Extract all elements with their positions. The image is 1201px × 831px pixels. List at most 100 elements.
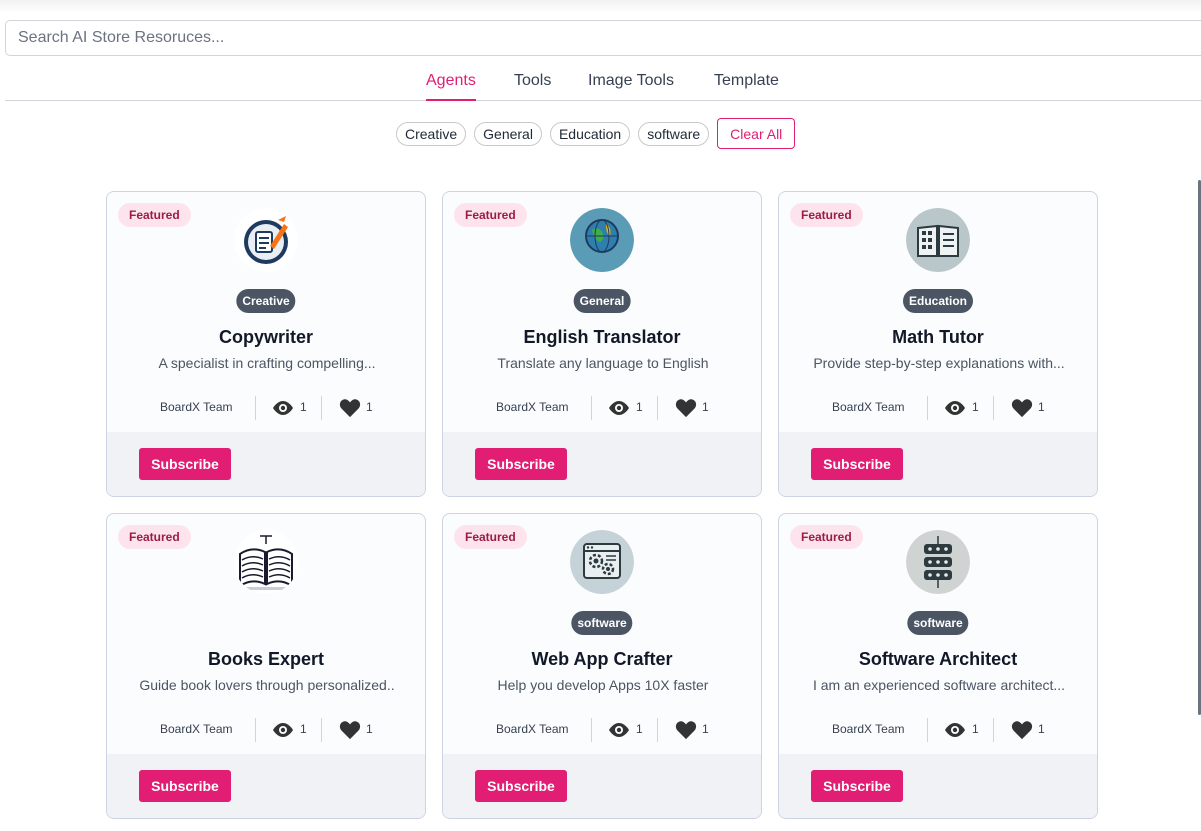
divider — [321, 718, 322, 742]
author-name: BoardX Team — [496, 400, 569, 414]
featured-badge: Featured — [790, 203, 863, 227]
like-count: 1 — [1038, 722, 1045, 736]
category-badge: General — [573, 289, 631, 313]
featured-badge: Featured — [118, 203, 191, 227]
divider — [321, 396, 322, 420]
filter-chip-creative[interactable]: Creative — [396, 121, 467, 146]
heart-icon[interactable] — [1011, 720, 1033, 740]
tab-tools[interactable]: Tools — [514, 72, 551, 101]
agent-card-software-architect[interactable]: Featured software Software Architect I a… — [778, 513, 1098, 819]
author-name: BoardX Team — [832, 400, 905, 414]
eye-icon — [273, 401, 293, 415]
view-count: 1 — [636, 400, 643, 414]
card-description: Help you develop Apps 10X faster — [497, 677, 709, 693]
heart-icon[interactable] — [675, 720, 697, 740]
category-badge: software — [571, 611, 633, 635]
heart-icon[interactable] — [1011, 398, 1033, 418]
search-input[interactable] — [5, 20, 1201, 56]
divider — [993, 396, 994, 420]
card-title: English Translator — [523, 327, 681, 347]
divider — [927, 718, 928, 742]
card-meta: BoardX Team 1 1 — [779, 396, 1097, 420]
math-book-icon — [906, 208, 970, 272]
agent-card-english-translator[interactable]: Featured General English Translator Tran… — [442, 191, 762, 497]
divider — [255, 396, 256, 420]
category-badge: software — [907, 611, 969, 635]
tab-template[interactable]: Template — [714, 72, 779, 101]
category-badge: Education — [902, 289, 974, 313]
card-title: Software Architect — [858, 649, 1018, 669]
card-title: Books Expert — [207, 649, 325, 669]
like-count: 1 — [702, 400, 709, 414]
globe-translator-icon — [570, 208, 634, 272]
filter-chip-education[interactable]: Education — [549, 121, 631, 146]
like-count: 1 — [366, 722, 373, 736]
agent-card-books-expert[interactable]: Featured Books Expert Guide book lovers … — [106, 513, 426, 819]
divider — [993, 718, 994, 742]
author-name: BoardX Team — [832, 722, 905, 736]
card-footer: Subscribe — [779, 432, 1097, 496]
card-meta: BoardX Team 1 1 — [443, 718, 761, 742]
divider — [591, 396, 592, 420]
tab-image-tools[interactable]: Image Tools — [588, 72, 674, 101]
view-count: 1 — [300, 400, 307, 414]
tab-agents[interactable]: Agents — [426, 72, 476, 101]
copywriter-icon — [234, 208, 298, 272]
divider — [657, 718, 658, 742]
card-footer: Subscribe — [107, 754, 425, 818]
subscribe-button[interactable]: Subscribe — [811, 448, 903, 480]
featured-badge: Featured — [790, 525, 863, 549]
subscribe-button[interactable]: Subscribe — [475, 770, 567, 802]
open-book-icon — [234, 530, 298, 594]
card-footer: Subscribe — [107, 432, 425, 496]
card-meta: BoardX Team 1 1 — [107, 718, 425, 742]
divider — [657, 396, 658, 420]
card-title: Web App Crafter — [531, 649, 673, 669]
subscribe-button[interactable]: Subscribe — [811, 770, 903, 802]
divider — [255, 718, 256, 742]
filter-chip-software[interactable]: software — [638, 121, 710, 146]
server-architecture-icon — [906, 530, 970, 594]
subscribe-button[interactable]: Subscribe — [139, 448, 231, 480]
view-count: 1 — [636, 722, 643, 736]
web-gear-icon — [570, 530, 634, 594]
view-count: 1 — [300, 722, 307, 736]
card-title: Copywriter — [218, 327, 314, 347]
featured-badge: Featured — [454, 203, 527, 227]
clear-all-button[interactable]: Clear All — [717, 118, 796, 149]
divider — [591, 718, 592, 742]
card-meta: BoardX Team 1 1 — [107, 396, 425, 420]
view-count: 1 — [972, 400, 979, 414]
view-count: 1 — [972, 722, 979, 736]
subscribe-button[interactable]: Subscribe — [475, 448, 567, 480]
author-name: BoardX Team — [160, 722, 233, 736]
like-count: 1 — [702, 722, 709, 736]
eye-icon — [609, 723, 629, 737]
eye-icon — [945, 723, 965, 737]
category-badge: Creative — [236, 289, 296, 313]
agent-card-copywriter[interactable]: Featured Creative Copywriter A specialis… — [106, 191, 426, 497]
featured-badge: Featured — [454, 525, 527, 549]
card-description: I am an experienced software architect..… — [812, 677, 1066, 693]
card-meta: BoardX Team 1 1 — [443, 396, 761, 420]
card-footer: Subscribe — [779, 754, 1097, 818]
agent-card-web-app-crafter[interactable]: Featured software Web App Crafter Help y… — [442, 513, 762, 819]
card-footer: Subscribe — [443, 432, 761, 496]
heart-icon[interactable] — [339, 398, 361, 418]
heart-icon[interactable] — [339, 720, 361, 740]
eye-icon — [945, 401, 965, 415]
card-title: Math Tutor — [892, 327, 984, 347]
like-count: 1 — [1038, 400, 1045, 414]
card-meta: BoardX Team 1 1 — [779, 718, 1097, 742]
card-footer: Subscribe — [443, 754, 761, 818]
card-description: Translate any language to English — [497, 355, 709, 371]
agent-card-math-tutor[interactable]: Featured Education Math Tutor Provide st… — [778, 191, 1098, 497]
subscribe-button[interactable]: Subscribe — [139, 770, 231, 802]
heart-icon[interactable] — [675, 398, 697, 418]
top-shade — [0, 0, 1201, 14]
eye-icon — [273, 723, 293, 737]
filter-chips: Creative General Education software Clea… — [396, 118, 796, 149]
card-description: A specialist in crafting compelling... — [158, 355, 376, 371]
filter-chip-general[interactable]: General — [474, 121, 542, 146]
eye-icon — [609, 401, 629, 415]
